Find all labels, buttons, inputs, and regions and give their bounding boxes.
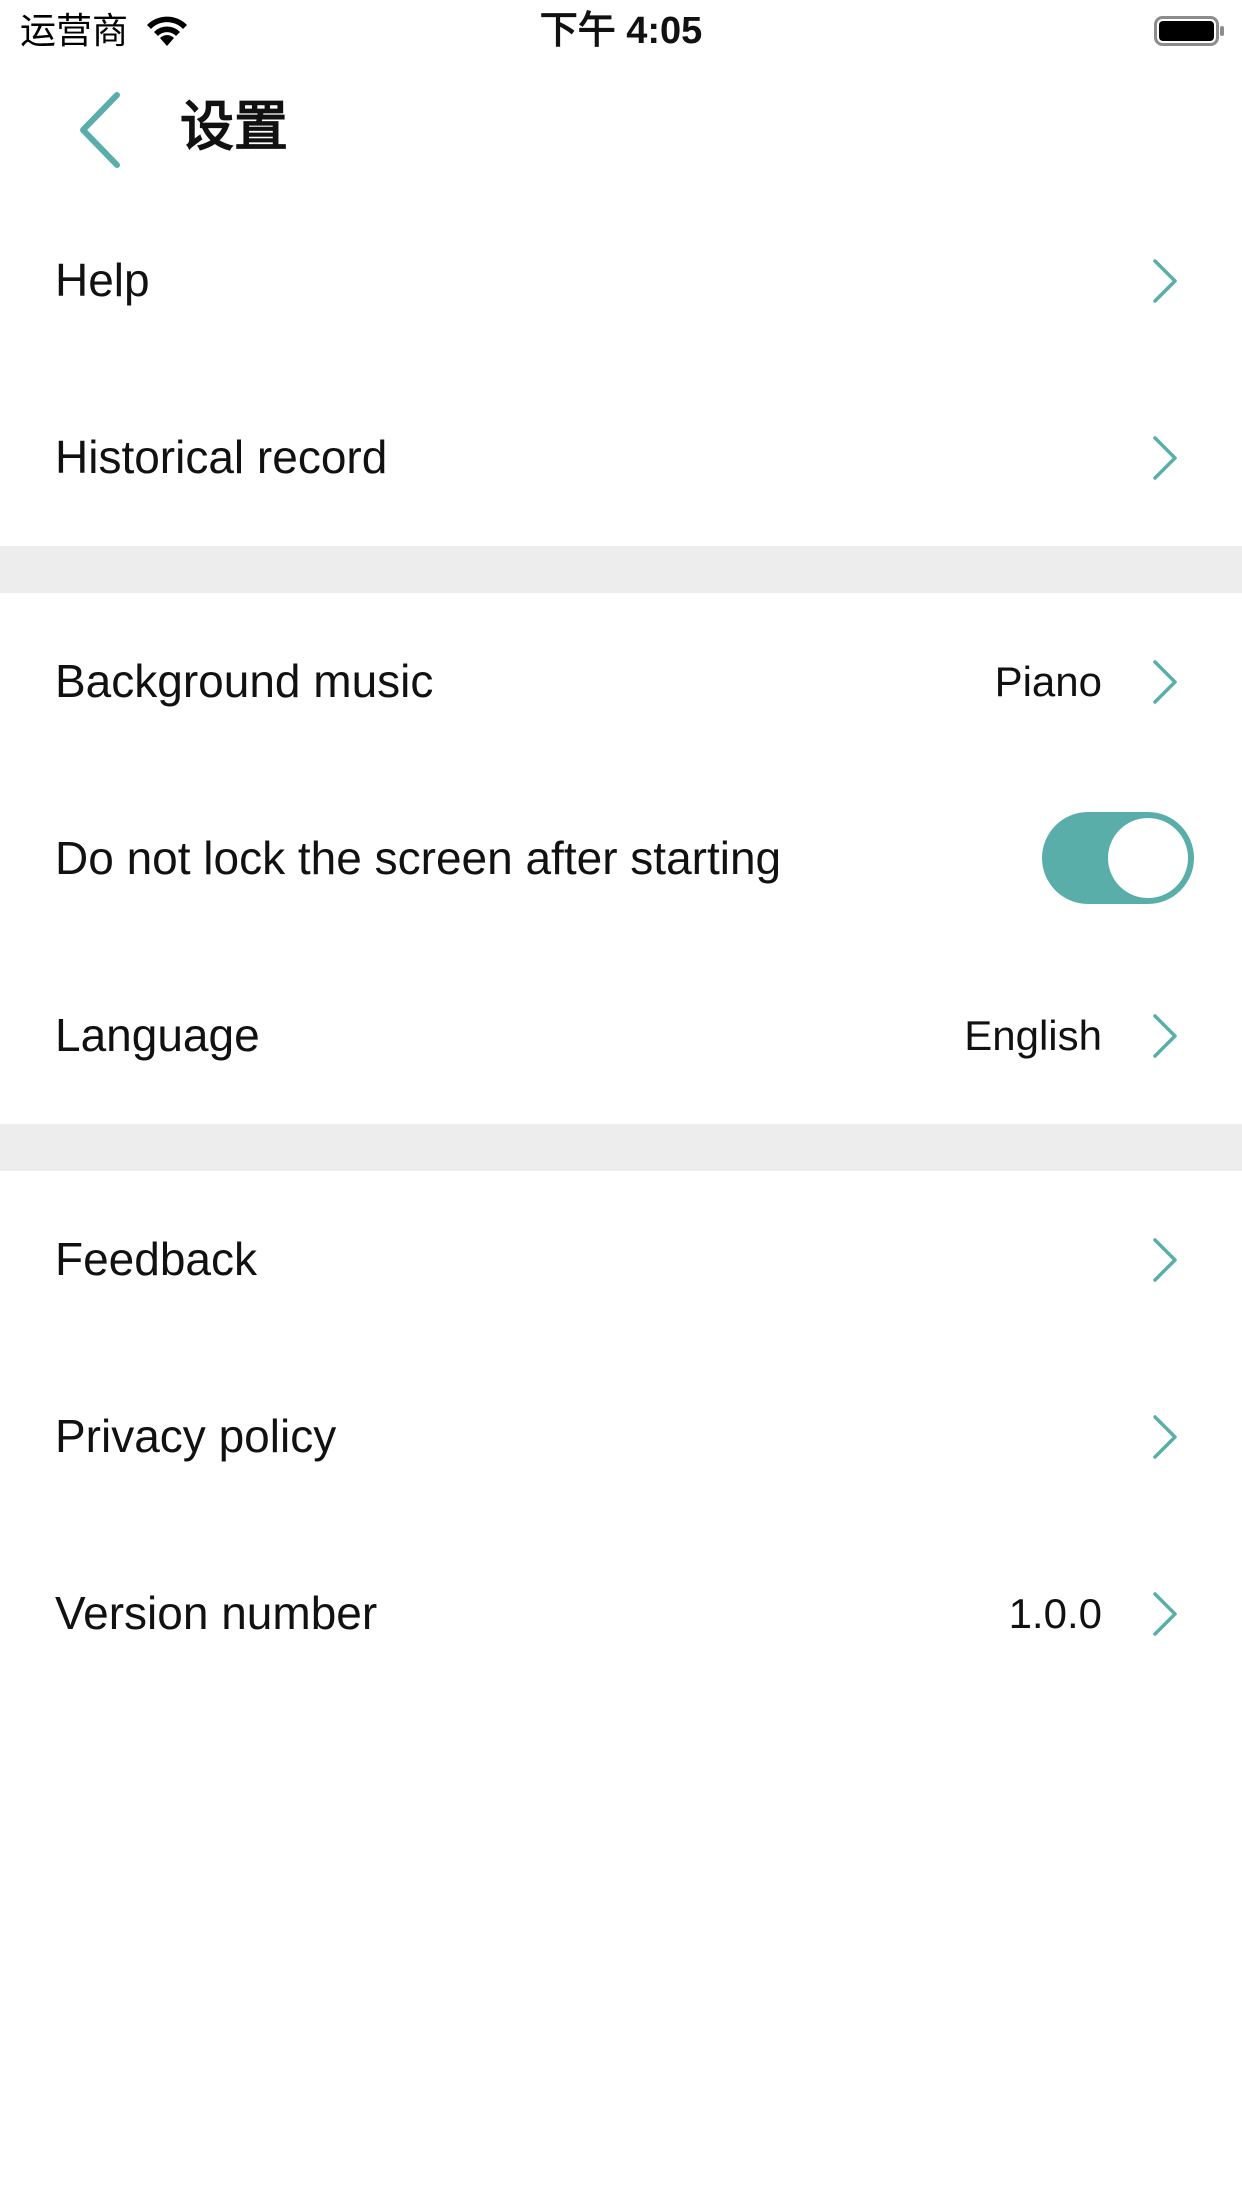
page-title: 设置 bbox=[180, 97, 288, 157]
row-label: Do not lock the screen after starting bbox=[55, 832, 782, 884]
section-divider bbox=[0, 546, 1242, 593]
row-value: Piano bbox=[994, 658, 1102, 705]
chevron-right-icon bbox=[1153, 436, 1177, 480]
chevron-left-icon bbox=[80, 92, 120, 168]
chevron-right-icon bbox=[1153, 1238, 1177, 1282]
settings-screen: 运营商 下午 4:05 设置 Help Historical record Ba… bbox=[0, 0, 1242, 2208]
screen-lock-toggle[interactable] bbox=[1042, 812, 1194, 904]
settings-list: Help Historical record Background music … bbox=[0, 192, 1242, 1702]
battery-icon bbox=[1154, 14, 1226, 48]
row-label: Historical record bbox=[55, 431, 388, 483]
settings-row-privacy-policy[interactable]: Privacy policy bbox=[0, 1348, 1242, 1525]
status-bar: 运营商 下午 4:05 bbox=[0, 0, 1242, 62]
settings-row-background-music[interactable]: Background music Piano bbox=[0, 593, 1242, 770]
row-label: Privacy policy bbox=[55, 1410, 337, 1462]
settings-row-help[interactable]: Help bbox=[0, 192, 1242, 369]
chevron-right-icon bbox=[1153, 660, 1177, 704]
row-label: Feedback bbox=[55, 1233, 258, 1285]
chevron-right-icon bbox=[1153, 1592, 1177, 1636]
settings-row-language[interactable]: Language English bbox=[0, 947, 1242, 1124]
status-time: 下午 4:05 bbox=[539, 10, 703, 52]
section-divider bbox=[0, 1124, 1242, 1171]
back-button[interactable] bbox=[60, 82, 140, 178]
row-value: English bbox=[964, 1012, 1102, 1059]
chevron-right-icon bbox=[1153, 1415, 1177, 1459]
row-label: Version number bbox=[55, 1587, 378, 1639]
row-label: Help bbox=[55, 254, 150, 306]
chevron-right-icon bbox=[1153, 1014, 1177, 1058]
row-label: Background music bbox=[55, 655, 434, 707]
row-value: 1.0.0 bbox=[1008, 1590, 1102, 1637]
toggle-knob bbox=[1108, 818, 1188, 898]
chevron-right-icon bbox=[1153, 259, 1177, 303]
settings-row-screen-lock: Do not lock the screen after starting bbox=[0, 770, 1242, 947]
settings-row-version-number[interactable]: Version number 1.0.0 bbox=[0, 1525, 1242, 1702]
navigation-bar: 设置 bbox=[0, 62, 1242, 192]
row-label: Language bbox=[55, 1009, 260, 1061]
settings-row-historical-record[interactable]: Historical record bbox=[0, 369, 1242, 546]
settings-row-feedback[interactable]: Feedback bbox=[0, 1171, 1242, 1348]
